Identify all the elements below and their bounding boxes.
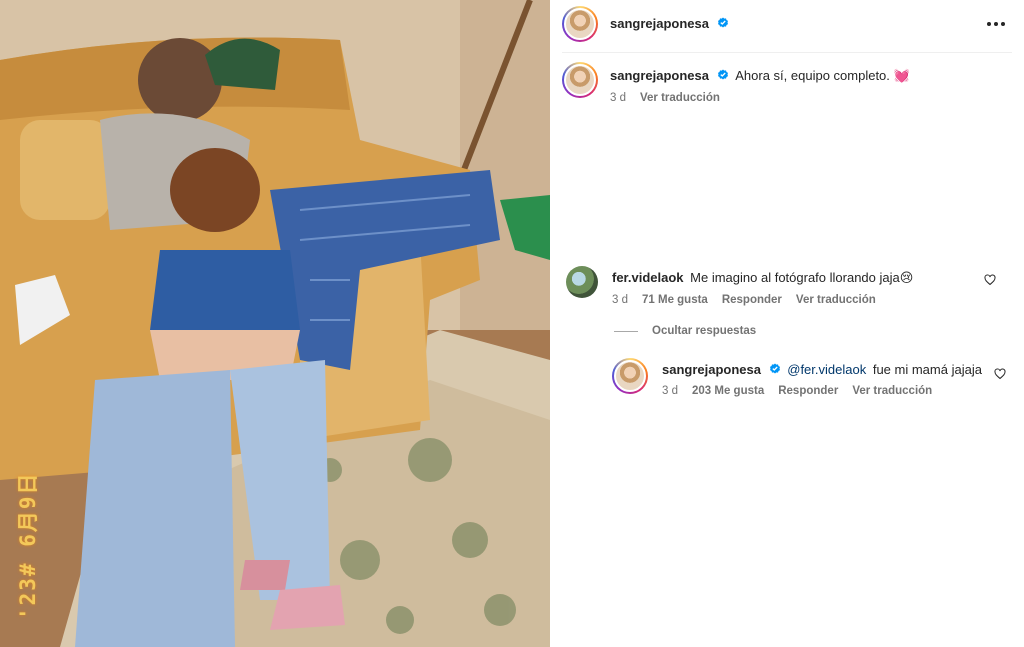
verified-badge-icon	[769, 363, 780, 374]
heart-icon[interactable]	[984, 274, 996, 286]
more-options-icon[interactable]	[986, 16, 1006, 32]
caption-time: 3 d	[610, 92, 626, 104]
author-username[interactable]: sangrejaponesa	[610, 16, 709, 31]
verified-badge-icon	[717, 69, 728, 80]
replies-line	[614, 330, 638, 332]
heart-icon[interactable]	[994, 368, 1006, 380]
comment-username[interactable]: fer.videlaok	[612, 270, 684, 285]
hide-replies-button[interactable]: Ocultar respuestas	[614, 325, 756, 337]
author-avatar[interactable]	[562, 6, 598, 42]
header-divider	[562, 52, 1012, 53]
reply-username[interactable]: sangrejaponesa	[662, 362, 761, 377]
photo-date-stamp: '23# 6月9日	[16, 471, 40, 620]
reply-text: fue mi mamá jajaja	[872, 362, 982, 377]
reply-time: 3 d	[662, 385, 678, 397]
reply-meta: 3 d 203 Me gusta Responder Ver traducció…	[662, 385, 982, 397]
caption-username[interactable]: sangrejaponesa	[610, 68, 709, 83]
reply-likes[interactable]: 203 Me gusta	[692, 385, 764, 397]
commenter-avatar[interactable]	[566, 266, 598, 298]
reply-mention[interactable]: @fer.videlaok	[787, 362, 866, 377]
caption-meta: 3 d Ver traducción	[610, 92, 1000, 104]
comment-translate-link[interactable]: Ver traducción	[796, 294, 876, 306]
caption-avatar[interactable]	[562, 62, 598, 98]
verified-badge-icon	[718, 17, 729, 28]
comment-meta: 3 d 71 Me gusta Responder Ver traducción	[612, 294, 972, 306]
comment-text: Me imagino al fotógrafo llorando jaja😢	[690, 270, 914, 285]
caption-text: Ahora sí, equipo completo. 💓	[735, 68, 910, 83]
comment-time: 3 d	[612, 294, 628, 306]
post-details-panel: sangrejaponesa sangrejaponesa Ahora sí, …	[550, 0, 1024, 647]
hide-replies-label: Ocultar respuestas	[652, 325, 757, 337]
caption-translate-link[interactable]: Ver traducción	[640, 92, 720, 104]
comment-reply-button[interactable]: Responder	[722, 294, 782, 306]
reply-translate-link[interactable]: Ver traducción	[852, 385, 932, 397]
comment-likes[interactable]: 71 Me gusta	[642, 294, 708, 306]
reply-reply-button[interactable]: Responder	[778, 385, 838, 397]
post-photo[interactable]: '23# 6月9日	[0, 0, 550, 647]
photo-illustration	[0, 0, 550, 647]
post-header: sangrejaponesa	[562, 6, 1012, 42]
reply-avatar[interactable]	[612, 358, 648, 394]
